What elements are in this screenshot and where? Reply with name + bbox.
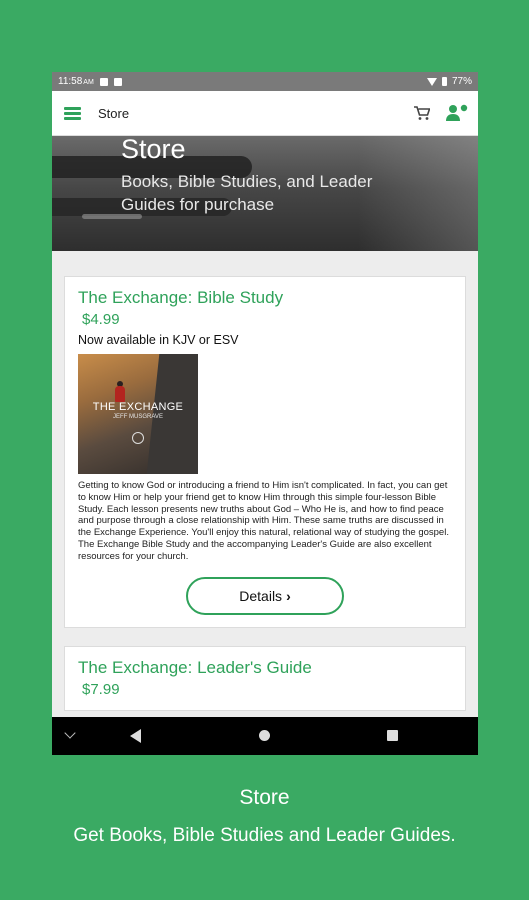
device-screen: 11:58AM 77% Store Store Books, Bible Stu…	[52, 72, 478, 755]
product-price: $7.99	[82, 680, 120, 698]
account-icon[interactable]	[446, 104, 468, 122]
product-description: Getting to know God or introducing a fri…	[78, 480, 449, 562]
product-list: The Exchange: Bible Study $4.99 Now avai…	[52, 251, 478, 711]
status-bar: 11:58AM 77%	[52, 72, 478, 91]
menu-icon[interactable]	[64, 106, 81, 120]
home-icon[interactable]	[259, 730, 270, 741]
product-card: The Exchange: Leader's Guide $7.99	[64, 645, 466, 711]
hero-title: Store	[121, 136, 186, 164]
details-button[interactable]: Details ›	[186, 576, 344, 615]
product-cover-image[interactable]: THE EXCHANGE JEFF MUSGRAVE	[78, 354, 198, 474]
caption-subtitle: Get Books, Bible Studies and Leader Guid…	[73, 825, 456, 846]
status-time: 11:58AM	[58, 76, 94, 87]
chevron-right-icon: ›	[286, 587, 291, 604]
recents-icon[interactable]	[387, 730, 398, 741]
product-title[interactable]: The Exchange: Bible Study	[78, 288, 452, 308]
battery-level: 77%	[451, 76, 472, 87]
battery-icon	[441, 77, 447, 86]
wifi-icon	[426, 77, 437, 86]
cover-logo-icon	[132, 432, 144, 444]
product-title[interactable]: The Exchange: Leader's Guide	[78, 658, 452, 678]
product-card: The Exchange: Bible Study $4.99 Now avai…	[64, 276, 466, 628]
hide-keyboard-icon[interactable]	[64, 727, 76, 739]
app-bar-title: Store	[98, 105, 130, 121]
app-bar: Store	[52, 91, 478, 136]
gallery-notification-icon	[99, 77, 108, 86]
system-nav-bar	[52, 717, 478, 755]
sd-card-icon	[113, 77, 122, 86]
caption-title: Store	[239, 786, 290, 809]
store-hero-banner: Store Books, Bible Studies, and Leader G…	[52, 136, 478, 251]
cover-title: THE EXCHANGE	[92, 401, 184, 413]
hero-subtitle: Books, Bible Studies, and Leader Guides …	[121, 172, 373, 214]
details-button-label: Details	[239, 587, 283, 604]
cart-icon[interactable]	[414, 105, 430, 121]
product-note: Now available in KJV or ESV	[78, 333, 239, 347]
back-icon[interactable]	[130, 729, 141, 743]
product-price: $4.99	[82, 311, 120, 328]
cover-author: JEFF MUSGRAVE	[113, 414, 163, 420]
